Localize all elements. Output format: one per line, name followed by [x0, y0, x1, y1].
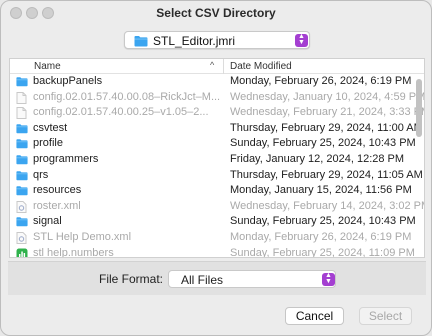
file-row[interactable]: roster.xml Wednesday, February 14, 2024, …	[10, 199, 424, 215]
sort-indicator-icon: ^	[210, 60, 215, 70]
file-date-modified: Sunday, February 25, 2024, 11:09 PM	[230, 246, 415, 258]
file-chooser-dialog: Select CSV Directory STL_Editor.jmri ▲ ▼ …	[0, 0, 432, 336]
file-name: qrs	[33, 168, 49, 181]
file-row[interactable]: resources Monday, January 15, 2024, 11:56…	[10, 183, 424, 199]
numbers-file-icon	[16, 248, 28, 257]
file-name: resources	[33, 184, 82, 197]
file-row[interactable]: stl help.numbers Sunday, February 25, 202…	[10, 246, 424, 258]
xml-file-icon	[16, 231, 28, 244]
column-name-header[interactable]: Name	[34, 61, 61, 72]
folder-icon	[16, 185, 28, 197]
file-row[interactable]: csvtest Thursday, February 29, 2024, 11:0…	[10, 121, 424, 137]
vertical-scrollbar[interactable]	[416, 75, 423, 257]
file-date-modified: Monday, February 26, 2024, 6:19 PM	[230, 75, 412, 87]
file-browser[interactable]: Name ^ Date Modified backupPanels Monday,…	[9, 58, 425, 258]
file-date-modified: Sunday, February 25, 2024, 10:43 PM	[230, 215, 416, 228]
popup-chevron-icon: ▲ ▼	[322, 272, 335, 286]
cancel-button[interactable]: Cancel	[285, 307, 344, 325]
file-row[interactable]: STL Help Demo.xml Monday, February 26, 20…	[10, 230, 424, 246]
file-row[interactable]: programmers Friday, January 12, 2024, 12:…	[10, 152, 424, 168]
folder-icon	[134, 36, 148, 47]
file-name: config.02.01.57.40.00.25–v1.05–2...	[33, 106, 209, 119]
scrollbar-thumb[interactable]	[416, 79, 422, 137]
folder-icon	[16, 76, 28, 88]
file-date-modified: Wednesday, February 21, 2024, 3:33 PM	[230, 106, 425, 119]
folder-icon	[16, 138, 28, 150]
file-rows: backupPanels Monday, February 26, 2024, 6…	[10, 74, 424, 258]
file-row[interactable]: profile Sunday, February 25, 2024, 10:43 …	[10, 136, 424, 152]
popup-chevron-icon: ▲ ▼	[295, 33, 308, 47]
title-bar: Select CSV Directory	[1, 1, 431, 25]
file-date-modified: Monday, January 15, 2024, 11:56 PM	[230, 184, 412, 197]
file-name: stl help.numbers	[33, 246, 114, 258]
file-name: profile	[33, 137, 63, 150]
column-divider[interactable]	[223, 59, 224, 74]
folder-icon	[16, 170, 28, 182]
file-date-modified: Wednesday, February 14, 2024, 3:02 PM	[230, 199, 425, 212]
file-date-modified: Wednesday, January 10, 2024, 4:59 PM	[230, 90, 425, 103]
column-header: Name ^ Date Modified	[10, 59, 424, 74]
file-format-value: All Files	[181, 273, 224, 287]
file-date-modified: Thursday, February 29, 2024, 11:05 AM	[230, 168, 423, 181]
select-button[interactable]: Select	[359, 307, 412, 325]
file-date-modified: Sunday, February 25, 2024, 10:43 PM	[230, 137, 416, 150]
directory-name: STL_Editor.jmri	[153, 34, 236, 48]
xml-file-icon	[16, 200, 28, 213]
directory-popup[interactable]: STL_Editor.jmri ▲ ▼	[124, 31, 310, 49]
file-name: roster.xml	[33, 199, 81, 212]
file-name: config.02.01.57.40.00.08–RickJct–M...	[33, 90, 221, 103]
document-icon	[16, 91, 28, 104]
file-row[interactable]: config.02.01.57.40.00.08–RickJct–M... Wed…	[10, 90, 424, 106]
file-name: signal	[33, 215, 62, 228]
file-format-popup[interactable]: All Files ▲ ▼	[168, 270, 336, 288]
window-title: Select CSV Directory	[156, 6, 276, 20]
file-row[interactable]: backupPanels Monday, February 26, 2024, 6…	[10, 74, 424, 90]
document-icon	[16, 107, 28, 120]
file-name: STL Help Demo.xml	[33, 230, 132, 243]
file-name: csvtest	[33, 121, 68, 134]
folder-icon	[16, 216, 28, 228]
file-format-label: File Format:	[99, 272, 164, 286]
folder-icon	[16, 154, 28, 166]
file-date-modified: Thursday, February 29, 2024, 11:00 AM	[230, 121, 423, 134]
file-row[interactable]: config.02.01.57.40.00.25–v1.05–2... Wedne…	[10, 105, 424, 121]
folder-icon	[16, 123, 28, 135]
file-format-bar: File Format: All Files ▲ ▼	[8, 261, 426, 295]
file-row[interactable]: qrs Thursday, February 29, 2024, 11:05 AM	[10, 168, 424, 184]
file-date-modified: Friday, January 12, 2024, 12:28 PM	[230, 152, 405, 165]
file-row[interactable]: signal Sunday, February 25, 2024, 10:43 P…	[10, 214, 424, 230]
file-name: backupPanels	[33, 75, 103, 87]
column-date-header[interactable]: Date Modified	[230, 61, 292, 72]
file-date-modified: Monday, February 26, 2024, 6:19 PM	[230, 230, 412, 243]
file-name: programmers	[33, 152, 99, 165]
